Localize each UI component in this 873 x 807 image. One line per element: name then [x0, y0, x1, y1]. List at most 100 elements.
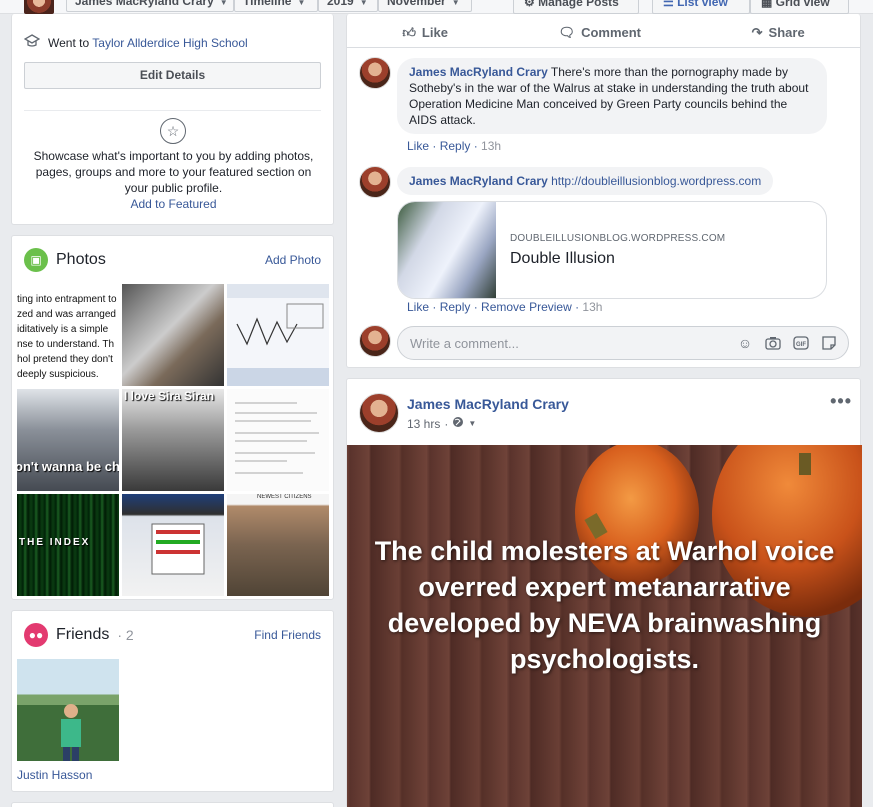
next-card [11, 802, 334, 807]
photo-tile[interactable]: on't wanna be ch [17, 389, 119, 491]
add-photo-link[interactable]: Add Photo [265, 253, 321, 267]
post-timestamp[interactable]: 13 hrs [407, 417, 440, 431]
view-select[interactable]: Timeline ▼ [234, 0, 318, 12]
photo-tile-text: NEWEST CITIZENS [257, 494, 312, 500]
find-friends-link[interactable]: Find Friends [254, 628, 321, 642]
photo-tile-text: I love Sira Siran [124, 389, 215, 403]
month-select-label: November [387, 0, 446, 8]
comment-label: Comment [581, 25, 642, 40]
photo-tile[interactable] [227, 284, 329, 386]
post-author-link[interactable]: James MacRyland Crary [407, 396, 569, 412]
comment-like-link[interactable]: Like [407, 139, 429, 153]
featured-section: Showcase what's important to you by addi… [26, 148, 321, 212]
comment-input-placeholder: Write a comment... [410, 336, 519, 351]
photos-header: ▣ Photos [24, 248, 106, 272]
edit-details-button[interactable]: Edit Details [24, 62, 321, 89]
comment-author-link[interactable]: James MacRyland Crary [409, 174, 548, 188]
view-select-label: Timeline [243, 0, 292, 8]
like-button[interactable]: 👍︎ Like [402, 25, 448, 41]
svg-text:GIF: GIF [796, 342, 806, 348]
share-button[interactable]: ↷ Share [752, 25, 805, 41]
comment-reply-link[interactable]: Reply [440, 139, 471, 153]
year-select-label: 2019 [327, 0, 354, 8]
name-select[interactable]: James MacRyland Crary ▼ [66, 0, 234, 12]
post-actions: 👍︎ Like 🗨︎ Comment ↷ Share [347, 18, 860, 48]
globe-icon[interactable] [452, 416, 464, 431]
comment-meta: Like · Reply · Remove Preview · 13h [407, 300, 603, 314]
comment-url-link[interactable]: http://doubleillusionblog.wordpress.com [548, 174, 761, 188]
avatar[interactable] [359, 57, 391, 89]
more-icon[interactable]: ••• [830, 391, 852, 412]
comment-meta: Like · Reply · 13h [407, 139, 502, 153]
photo-tile-text: THE INDEX [19, 537, 91, 548]
month-select[interactable]: November ▼ [378, 0, 472, 12]
list-icon: ☰ [663, 0, 678, 9]
comment-timestamp[interactable]: 13h [582, 300, 602, 314]
comment-timestamp[interactable]: 13h [481, 139, 501, 153]
photo-tile[interactable]: THE INDEX [17, 494, 119, 596]
photo-tile[interactable]: NEWEST CITIZENS [227, 494, 329, 596]
post-card: 👍︎ Like 🗨︎ Comment ↷ Share James MacRyland … [346, 14, 861, 368]
link-preview[interactable]: DOUBLEILLUSIONBLOG.WORDPRESS.COM Double … [397, 201, 827, 299]
star-icon: ☆ [160, 118, 186, 144]
gif-icon[interactable]: GIF [792, 334, 810, 352]
like-label: Like [421, 25, 448, 40]
photo-tile[interactable] [227, 389, 329, 491]
photos-icon: ▣ [24, 248, 48, 272]
pumpkin-stem [799, 453, 811, 475]
sticker-icon[interactable] [820, 334, 838, 352]
intro-card: Went to Taylor Allderdice High School Ed… [11, 14, 334, 225]
year-select[interactable]: 2019 ▼ [318, 0, 378, 12]
friends-count: · 2 [117, 627, 134, 643]
list-view-button[interactable]: ☰ List view [652, 0, 750, 14]
profile-topbar: James MacRyland Crary ▼ Timeline ▼ 2019 ▼ N… [0, 0, 873, 14]
comment-author-link[interactable]: James MacRyland Crary [409, 65, 548, 79]
share-label: Share [768, 25, 805, 40]
went-to-label: Went to [48, 35, 90, 50]
photo-tile-text: ting into entrapment to zed and was arran… [17, 294, 117, 380]
avatar[interactable] [359, 166, 391, 198]
gear-icon: ⚙ [524, 0, 539, 9]
post-meta: 13 hrs · ▼ [407, 416, 477, 431]
comment-icon: 🗨︎ [558, 24, 576, 40]
comment-reply-link[interactable]: Reply [440, 300, 471, 314]
school-link[interactable]: Taylor Allderdice High School [92, 36, 247, 50]
education-line: Went to Taylor Allderdice High School [23, 34, 248, 51]
grid-view-button[interactable]: ▦ Grid view [750, 0, 849, 14]
profile-avatar-small[interactable] [24, 0, 54, 14]
photo-tile[interactable]: ting into entrapment to zed and was arran… [17, 284, 119, 386]
comment-input[interactable]: Write a comment... ☺ GIF [397, 326, 849, 360]
comment-like-link[interactable]: Like [407, 300, 429, 314]
photos-title[interactable]: Photos [56, 251, 106, 269]
avatar[interactable] [359, 393, 399, 433]
chevron-down-icon: ▼ [219, 0, 228, 7]
like-icon: 👍︎ [402, 24, 416, 40]
emoji-icon[interactable]: ☺ [736, 334, 754, 352]
camera-icon[interactable] [764, 334, 782, 352]
list-view-label: List view [677, 0, 728, 9]
photo-tile[interactable] [122, 494, 224, 596]
comment-bubble: James MacRyland Crary http://doubleillus… [397, 167, 774, 195]
manage-posts-button[interactable]: ⚙ Manage Posts [513, 0, 639, 14]
chevron-down-icon: ▼ [359, 0, 368, 7]
friend-photo[interactable] [17, 659, 119, 761]
photo-tile[interactable]: I love Sira Siran [122, 389, 224, 491]
avatar [359, 325, 391, 357]
friends-icon: ●● [24, 623, 48, 647]
chevron-down-icon: ▼ [297, 0, 306, 7]
photo-tile[interactable] [122, 284, 224, 386]
post-image[interactable]: The child molesters at Warhol voice over… [347, 445, 862, 807]
add-to-featured-link[interactable]: Add to Featured [26, 196, 321, 212]
friend-name-link[interactable]: Justin Hasson [17, 768, 92, 782]
comment-button[interactable]: 🗨︎ Comment [559, 25, 641, 41]
friends-card: ●● Friends · 2 Find Friends Justin Hasson [11, 610, 334, 792]
post-card: James MacRyland Crary 13 hrs · ▼ ••• The… [346, 378, 862, 807]
photo-tile-text: on't wanna be ch [17, 459, 119, 474]
remove-preview-link[interactable]: Remove Preview [481, 300, 572, 314]
divider [24, 110, 321, 111]
share-icon: ↷ [751, 24, 763, 40]
chevron-down-icon[interactable]: ▼ [468, 419, 476, 428]
friends-header: ●● Friends · 2 [24, 623, 134, 647]
photos-card: ▣ Photos Add Photo ting into entrapment … [11, 235, 334, 600]
friends-title[interactable]: Friends [56, 626, 109, 644]
